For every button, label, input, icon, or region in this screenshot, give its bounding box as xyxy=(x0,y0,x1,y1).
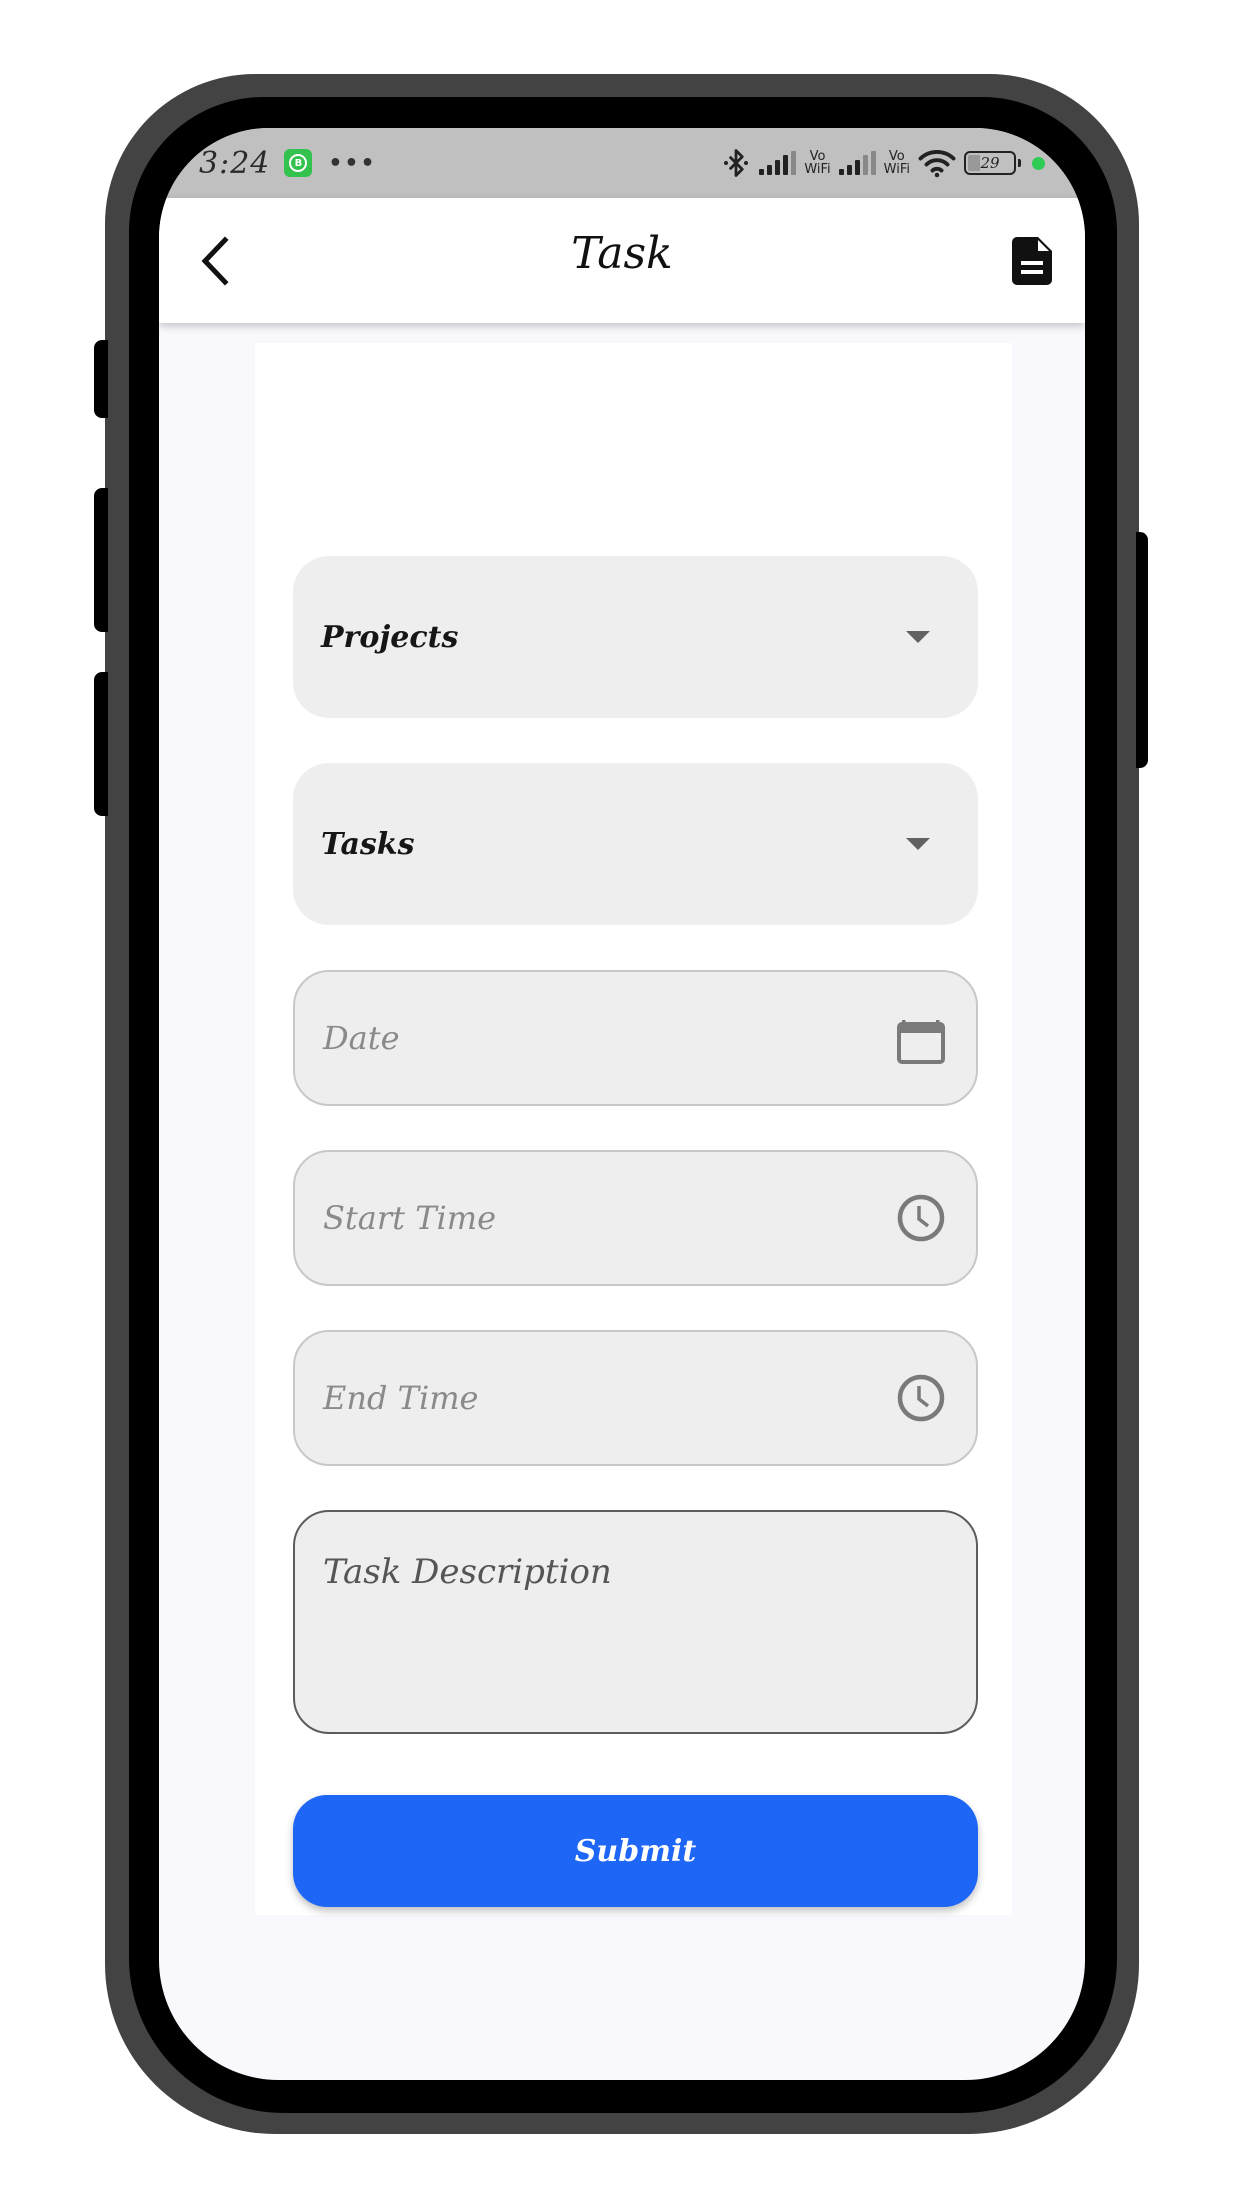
status-time: 3:24 xyxy=(199,145,271,181)
vowifi-icon: Vo WiFi xyxy=(804,149,831,177)
document-icon xyxy=(1012,237,1052,285)
signal-icon xyxy=(838,151,876,175)
status-bar: 3:24 B ••• Vo WiFi Vo WiFi 29 xyxy=(159,128,1085,198)
document-button[interactable] xyxy=(1007,235,1057,287)
wifi-icon xyxy=(918,150,956,178)
volume-down-button xyxy=(94,672,108,816)
projects-dropdown[interactable]: Projects xyxy=(293,556,978,718)
clock-icon[interactable] xyxy=(896,1193,946,1243)
tasks-label: Tasks xyxy=(321,826,415,862)
status-icons: Vo WiFi Vo WiFi 29 xyxy=(721,147,1045,179)
whatsapp-business-icon: B xyxy=(284,149,313,177)
calendar-icon[interactable] xyxy=(896,1012,946,1064)
screen: 3:24 B ••• Vo WiFi Vo WiFi 29 Task Proje… xyxy=(159,128,1085,2080)
end-time-field[interactable]: End Time xyxy=(293,1330,978,1466)
phone-side-button xyxy=(94,340,108,418)
app-bar: Task xyxy=(159,198,1085,323)
date-placeholder: Date xyxy=(323,1019,400,1057)
date-field[interactable]: Date xyxy=(293,970,978,1106)
end-time-placeholder: End Time xyxy=(323,1379,479,1417)
page-title: Task xyxy=(571,228,673,279)
submit-button[interactable]: Submit xyxy=(293,1795,978,1907)
start-time-placeholder: Start Time xyxy=(323,1199,497,1237)
task-description-input[interactable]: Task Description xyxy=(293,1510,978,1734)
dropdown-caret-icon xyxy=(906,838,948,850)
signal-icon xyxy=(759,151,797,175)
privacy-indicator-dot xyxy=(1032,156,1045,170)
more-notifications-icon: ••• xyxy=(328,150,377,176)
clock-icon[interactable] xyxy=(896,1373,946,1423)
submit-label: Submit xyxy=(574,1833,697,1869)
task-description-placeholder: Task Description xyxy=(323,1552,612,1592)
battery-icon: 29 xyxy=(964,151,1021,175)
power-button xyxy=(1136,532,1148,768)
projects-label: Projects xyxy=(321,619,459,655)
task-form: Projects Tasks Date Start Time End Time … xyxy=(255,343,1012,1915)
app-icon-letter: B xyxy=(289,154,308,172)
dropdown-caret-icon xyxy=(906,631,948,643)
bluetooth-icon xyxy=(724,149,749,177)
tasks-dropdown[interactable]: Tasks xyxy=(293,763,978,925)
volume-up-button xyxy=(94,488,108,632)
start-time-field[interactable]: Start Time xyxy=(293,1150,978,1286)
vowifi-icon: Vo WiFi xyxy=(883,149,910,177)
